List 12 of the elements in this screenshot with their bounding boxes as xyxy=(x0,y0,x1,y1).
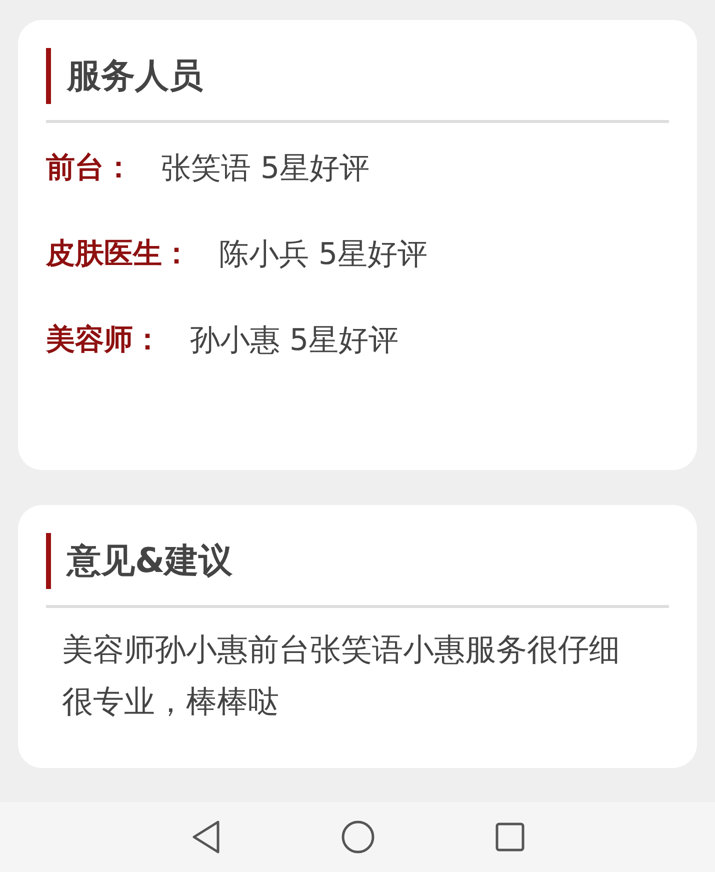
role-label: 皮肤医生： xyxy=(46,235,191,272)
section-title: 意见&建议 xyxy=(46,533,669,589)
role-label: 美容师： xyxy=(46,321,162,358)
role-label: 前台： xyxy=(46,149,133,186)
section-title: 服务人员 xyxy=(46,48,669,104)
staff-rating: 孙小惠 5星好评 xyxy=(190,322,399,360)
feedback-text: 美容师孙小惠前台张笑语小惠服务很仔细很专业，棒棒哒 xyxy=(62,631,621,722)
staff-rating: 陈小兵 5星好评 xyxy=(219,236,428,274)
recents-icon[interactable] xyxy=(494,822,524,852)
back-icon[interactable] xyxy=(190,820,220,854)
home-icon[interactable] xyxy=(340,820,374,854)
staff-rating: 张笑语 5星好评 xyxy=(161,150,370,188)
